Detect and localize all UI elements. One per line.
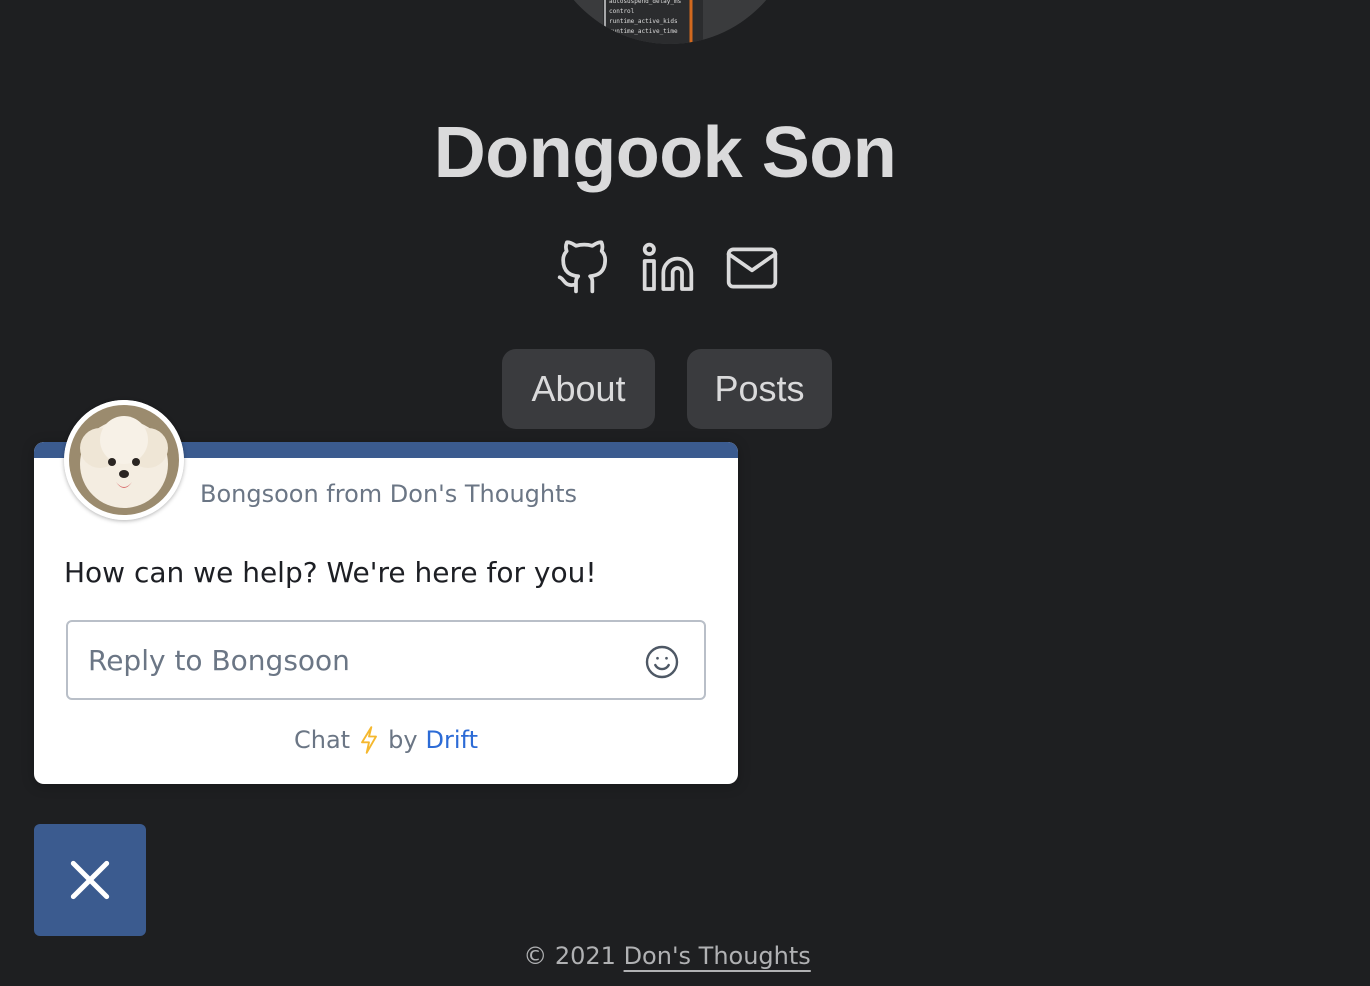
drift-link[interactable]: Drift: [426, 726, 478, 754]
email-link[interactable]: [724, 240, 780, 296]
github-icon: [557, 240, 608, 294]
avatar-line: runtime_active_time: [609, 28, 678, 35]
profile-avatar: autosuspend_delay_ms control runtime_act…: [543, 0, 797, 44]
about-button[interactable]: About: [502, 349, 655, 429]
github-link[interactable]: [555, 240, 611, 296]
chat-footer-chat: Chat: [294, 726, 351, 754]
bot-avatar: [64, 400, 184, 520]
page-title: Dongook Son: [433, 113, 897, 193]
mail-icon: [726, 247, 778, 289]
chat-sender-name: Bongsoon from Don's Thoughts: [200, 480, 578, 508]
copyright-text: © 2021: [523, 942, 616, 970]
chat-reply-input[interactable]: [88, 622, 628, 698]
dog-avatar-image: [64, 400, 184, 520]
close-icon: [70, 860, 110, 900]
site-home-link[interactable]: Don's Thoughts: [624, 942, 811, 970]
posts-button[interactable]: Posts: [687, 349, 832, 429]
emoji-button[interactable]: [644, 644, 680, 680]
linkedin-link[interactable]: [640, 240, 696, 296]
chat-footer-by: by: [388, 726, 418, 754]
copyright: © 2021 Don's Thoughts: [0, 942, 1334, 970]
linkedin-icon: [642, 242, 693, 291]
avatar-line: autosuspend_delay_ms: [609, 0, 682, 5]
close-chat-button[interactable]: [34, 824, 146, 936]
avatar-line: runtime_active_kids: [609, 18, 678, 25]
smiley-icon: [645, 645, 679, 679]
avatar-line: control: [609, 8, 635, 15]
chat-welcome-message: How can we help? We're here for you!: [64, 556, 597, 589]
chat-branding: Chat by Drift: [34, 726, 738, 754]
chat-reply-box: [66, 620, 706, 700]
social-links: [555, 240, 780, 296]
bolt-icon: [358, 726, 380, 754]
